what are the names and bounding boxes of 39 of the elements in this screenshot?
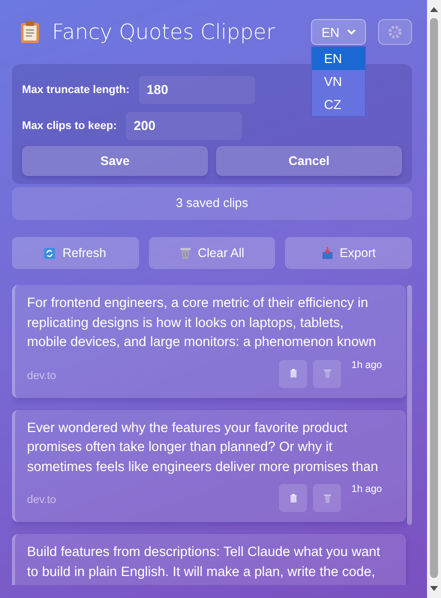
language-option[interactable]: CZ [312,93,365,116]
clip-time: 1h ago [351,484,382,495]
export-icon [322,247,333,259]
settings-button[interactable] [378,19,412,45]
app-title: Fancy Quotes Clipper [52,20,276,44]
clip-text: For frontend engineers, a core metric of their efficiency in replicating designs is how it looks on laptops, tablets, mobile devices, and large monitors: a phenomenon known [27,294,377,351]
field-label: Max clips to keep: [22,120,117,132]
panel-button[interactable]: Cancel [216,146,402,176]
clip-time: 1h ago [351,360,382,370]
chevron-down-icon [346,29,356,35]
clip-text: Build features from descriptions: Tell Claude what you want to build in plain English. It will make a plan, write the code, [27,543,382,581]
clipboard-icon [290,369,297,378]
panel-button[interactable]: Save [22,146,208,176]
language-select[interactable]: EN [311,19,366,45]
export-button[interactable]: Export [285,237,412,269]
clip-count: 3 saved clips [12,187,412,220]
language-option[interactable]: VN [312,70,365,93]
refresh-icon [44,248,56,258]
clipboard-icon [290,494,297,502]
delete-button[interactable] [313,360,342,388]
refresh-button[interactable]: Refresh [12,237,139,269]
input-field[interactable]: 180 [138,76,255,104]
copy-button[interactable] [279,360,308,388]
list-scrollbar[interactable] [407,285,412,525]
clipboard-icon [20,20,40,44]
clear-button[interactable]: Clear All [148,237,276,269]
trash-icon [180,247,191,259]
copy-button[interactable] [279,484,308,512]
trash-icon [324,369,331,378]
page-scrollbar[interactable] [427,0,441,598]
settings-icon [388,25,402,39]
field-label: Max truncate length: [22,84,130,96]
clip-source: dev.to [27,494,58,506]
clip-text: Ever wondered why the features your favorite product promises often take longer than planned? Or why it sometimes feels like engineers deliver more promises than [27,418,380,476]
input-field[interactable]: 200 [126,112,242,140]
language-option[interactable]: EN [312,47,365,70]
delete-button[interactable] [313,484,342,512]
clip-source: dev.to [27,370,58,382]
trash-icon [324,494,331,502]
